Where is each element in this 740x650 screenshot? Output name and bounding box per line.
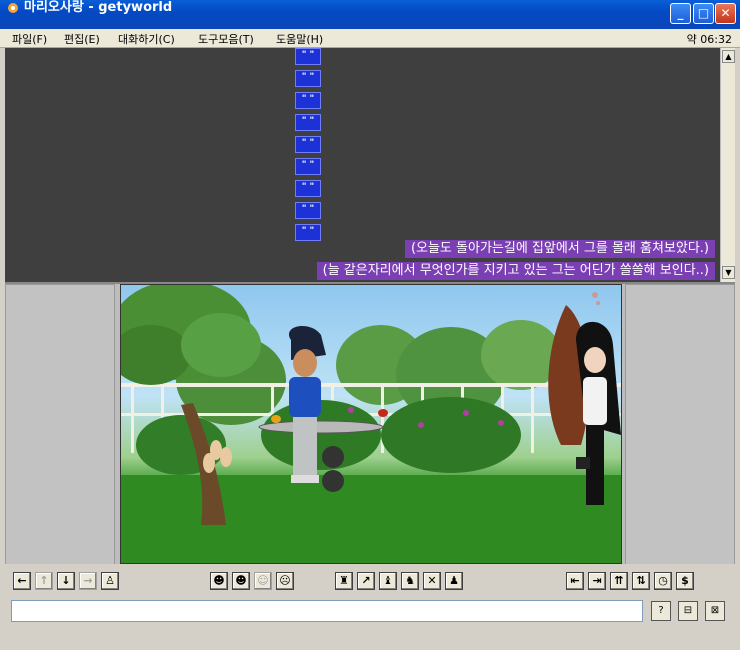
whisper-icon[interactable]: ? [651, 601, 671, 621]
scroll-up-icon[interactable]: ▲ [722, 50, 735, 63]
action-1-button[interactable]: ♜ [335, 572, 353, 590]
tool-4-button[interactable]: ⇅ [632, 572, 650, 590]
game-scene[interactable] [120, 284, 622, 564]
quote-block: " " [295, 48, 321, 65]
quote-block: " " [295, 70, 321, 87]
move-right-button[interactable]: → [79, 572, 97, 590]
menu-tools[interactable]: 도구모음(T) [198, 31, 254, 47]
chat-input-row: ? ⊟ ⊠ [0, 600, 740, 650]
move-left-button[interactable]: ← [13, 572, 31, 590]
menu-help[interactable]: 도움말(H) [276, 31, 323, 47]
scroll-down-icon[interactable]: ▼ [722, 266, 735, 279]
left-side-panel [5, 284, 115, 566]
app-icon [8, 3, 18, 13]
menu-bar: 파일(F) 편집(E) 대화하기(C) 도구모음(T) 도움말(H) 약 06:… [0, 29, 740, 48]
money-icon[interactable]: $ [676, 572, 694, 590]
title-bar[interactable]: 마리오사랑 - getyworld _ □ ✕ [0, 0, 740, 29]
action-3-button[interactable]: ♝ [379, 572, 397, 590]
face-grin-button[interactable]: ☻ [232, 572, 250, 590]
action-2-button[interactable]: ↗ [357, 572, 375, 590]
quote-block: " " [295, 202, 321, 219]
tool-3-button[interactable]: ⇈ [610, 572, 628, 590]
action-4-button[interactable]: ♞ [401, 572, 419, 590]
quote-block: " " [295, 114, 321, 131]
face-sad-button[interactable]: ☹ [276, 572, 294, 590]
window-title: 마리오사랑 - getyworld [24, 0, 173, 15]
right-side-panel [625, 284, 735, 566]
chat-line: (오늘도 돌아가는길에 집앞에서 그를 몰래 훔쳐보았다.) [404, 240, 715, 258]
quote-block: " " [295, 92, 321, 109]
close-button[interactable]: ✕ [715, 3, 736, 24]
sit-button[interactable]: ♙ [101, 572, 119, 590]
chat-input[interactable] [11, 600, 643, 622]
shout-icon[interactable]: ⊟ [678, 601, 698, 621]
quote-block: " " [295, 224, 321, 241]
chat-scrollbar[interactable]: ▲ ▼ [720, 48, 735, 282]
game-stage-frame [5, 282, 735, 566]
move-up-button[interactable]: ↑ [35, 572, 53, 590]
clock: 약 06:32 [686, 33, 732, 46]
chat-log[interactable]: " " " " " " " " " " " " " " " " " " (오늘도 돌아가는길에 … [5, 48, 735, 282]
garden-scene-art [121, 285, 621, 563]
minimize-button[interactable]: _ [670, 3, 691, 24]
quote-block: " " [295, 136, 321, 153]
chat-line: (늘 같은자리에서 무엇인가를 지키고 있는 그는 어딘가 쓸쓸해 보인다..) [316, 262, 715, 280]
menu-edit[interactable]: 편집(E) [64, 31, 100, 47]
menu-file[interactable]: 파일(F) [12, 31, 47, 47]
action-toolbar: ← ↑ ↓ → ♙ ☻ ☻ ☺ ☹ ♜ ↗ ♝ ♞ ✕ ♟ ⇤ ⇥ ⇈ ⇅ ◷ … [0, 564, 740, 600]
quote-block: " " [295, 158, 321, 175]
clock-icon[interactable]: ◷ [654, 572, 672, 590]
tool-1-button[interactable]: ⇤ [566, 572, 584, 590]
menu-chat[interactable]: 대화하기(C) [118, 31, 175, 47]
app-window: 마리오사랑 - getyworld _ □ ✕ 파일(F) 편집(E) 대화하기… [0, 0, 740, 650]
maximize-button[interactable]: □ [693, 3, 714, 24]
move-down-button[interactable]: ↓ [57, 572, 75, 590]
tool-2-button[interactable]: ⇥ [588, 572, 606, 590]
face-smile-button[interactable]: ☻ [210, 572, 228, 590]
think-icon[interactable]: ⊠ [705, 601, 725, 621]
face-blank-button[interactable]: ☺ [254, 572, 272, 590]
action-5-button[interactable]: ✕ [423, 572, 441, 590]
action-6-button[interactable]: ♟ [445, 572, 463, 590]
quote-block: " " [295, 180, 321, 197]
